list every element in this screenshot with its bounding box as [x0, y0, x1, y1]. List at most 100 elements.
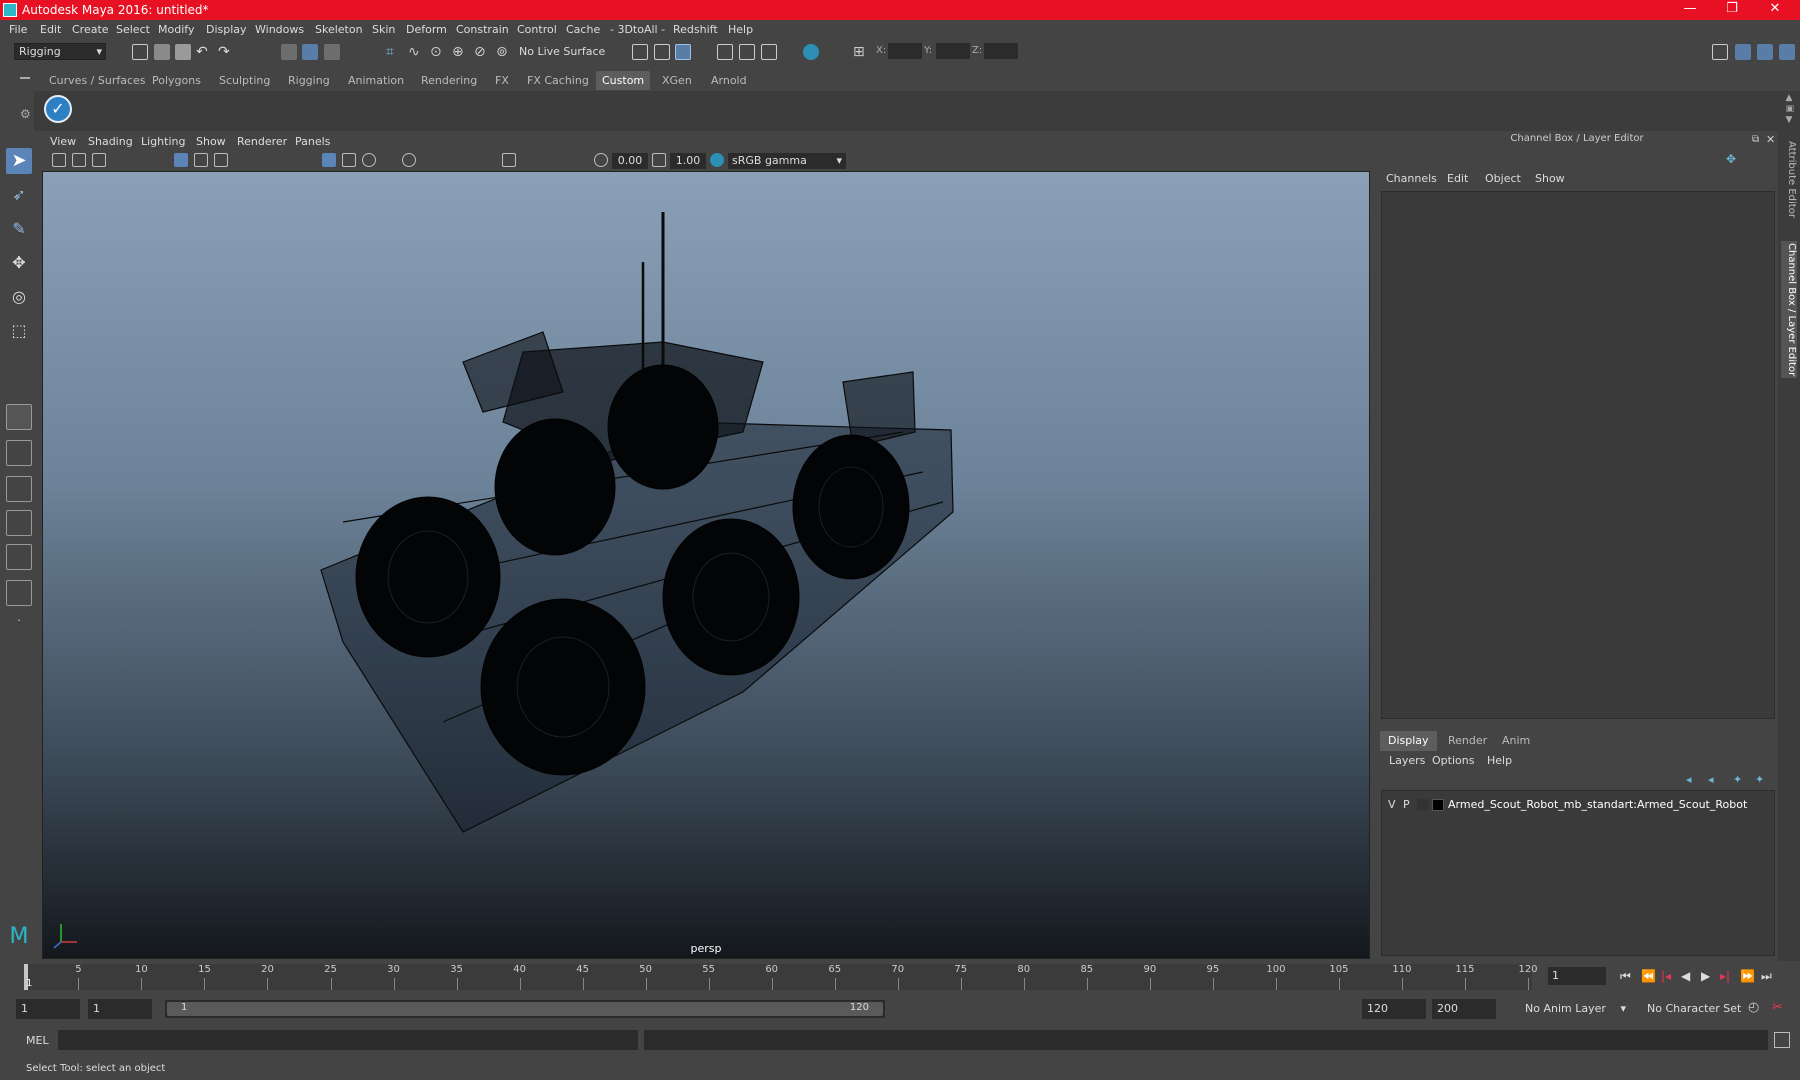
tab-anim[interactable]: Anim [1494, 731, 1538, 751]
hypershade-persp-layout-icon[interactable] [6, 544, 32, 570]
anim-layer-dropdown[interactable]: No Anim Layer ▾ [1520, 999, 1630, 1019]
snap-curve-icon[interactable]: ∿ [408, 44, 424, 60]
menu-constrain[interactable]: Constrain [456, 23, 509, 36]
current-frame-field[interactable]: 1 [1548, 967, 1606, 985]
select-tool-icon[interactable]: ➤ [6, 148, 32, 174]
tab-arnold[interactable]: Arnold [705, 71, 753, 90]
go-to-end-icon[interactable]: ⏭ [1761, 969, 1772, 984]
color-space-dropdown[interactable]: sRGB gamma ▾ [728, 153, 846, 169]
new-layer-from-selection-icon[interactable]: ✦ [1755, 773, 1764, 786]
vp-menu-renderer[interactable]: Renderer [237, 135, 287, 148]
new-scene-icon[interactable] [132, 44, 148, 60]
vp-menu-panels[interactable]: Panels [295, 135, 330, 148]
menu-skin[interactable]: Skin [372, 23, 395, 36]
live-surface-label[interactable]: No Live Surface [519, 45, 605, 58]
select-object-icon[interactable] [302, 44, 318, 60]
channel-box-toggle-icon[interactable]: ✥ [1726, 152, 1736, 166]
step-forward-frame-icon[interactable]: ▸| [1720, 969, 1730, 983]
new-empty-layer-icon[interactable]: ✦ [1733, 773, 1742, 786]
hypershade-icon[interactable] [761, 44, 777, 60]
tab-polygons[interactable]: Polygons [146, 71, 207, 90]
script-persp-layout-icon[interactable] [6, 580, 32, 606]
undo-icon[interactable]: ↶ [196, 44, 212, 60]
range-thumb[interactable]: 1 120 [167, 1002, 883, 1016]
menuset-dropdown[interactable]: Rigging ▾ [14, 43, 106, 60]
auto-key-icon[interactable]: ◴ [1748, 1000, 1759, 1015]
exposure-icon[interactable] [594, 153, 608, 167]
layer-name[interactable]: Armed_Scout_Robot_mb_standart:Armed_Scou… [1448, 798, 1747, 811]
four-view-layout-icon[interactable] [6, 440, 32, 466]
attribute-editor-toggle-icon[interactable] [1735, 44, 1751, 60]
cb-menu-show[interactable]: Show [1535, 172, 1565, 185]
tool-settings-toggle-icon[interactable] [1757, 44, 1773, 60]
x-field[interactable] [888, 43, 922, 59]
tab-attribute-editor[interactable]: Attribute Editor [1781, 141, 1797, 218]
menu-file[interactable]: File [9, 23, 27, 36]
tab-channel-box-layer-editor[interactable]: Channel Box / Layer Editor [1781, 241, 1797, 379]
layer-color-swatch[interactable] [1432, 799, 1444, 811]
vp-menu-shading[interactable]: Shading [88, 135, 133, 148]
go-to-start-icon[interactable]: ⏮ [1620, 969, 1631, 984]
transform-input-icon[interactable]: ⊞ [853, 44, 869, 60]
snap-point-icon[interactable]: ⊙ [430, 44, 446, 60]
tab-fx-caching[interactable]: FX Caching [521, 71, 595, 90]
le-menu-options[interactable]: Options [1432, 754, 1474, 767]
rotate-tool-icon[interactable]: ◎ [6, 284, 32, 310]
select-hierarchy-icon[interactable] [281, 44, 297, 60]
menu-redshift[interactable]: Redshift [673, 23, 718, 36]
shelf-menu-icon[interactable] [20, 77, 30, 79]
color-management-icon[interactable] [710, 153, 724, 167]
lasso-tool-icon[interactable]: ➶ [6, 182, 32, 208]
render-view-icon[interactable] [717, 44, 733, 60]
paint-select-tool-icon[interactable]: ✎ [6, 216, 32, 242]
smooth-shading-icon[interactable] [342, 153, 356, 167]
script-language-label[interactable]: MEL [26, 1034, 49, 1047]
layer-playback-toggle[interactable]: P [1403, 798, 1410, 811]
menu-windows[interactable]: Windows [255, 23, 304, 36]
construction-history-icon[interactable] [632, 44, 648, 60]
perspective-viewport[interactable]: persp [42, 171, 1370, 959]
tab-animation[interactable]: Animation [342, 71, 410, 90]
menu-edit[interactable]: Edit [40, 23, 61, 36]
step-back-frame-icon[interactable]: |◂ [1661, 969, 1671, 983]
select-component-icon[interactable] [324, 44, 340, 60]
z-field[interactable] [984, 43, 1018, 59]
tab-curves-surfaces[interactable]: Curves / Surfaces [43, 71, 152, 90]
layer-visibility-toggle[interactable]: V [1388, 798, 1396, 811]
redshift-icon[interactable] [803, 44, 819, 60]
gamma-field[interactable]: 1.00 [670, 153, 706, 169]
grid-toggle-icon[interactable] [174, 153, 188, 167]
shelf-scroll-icon[interactable]: ▲ ▣ ▼ [1785, 93, 1794, 126]
tab-fx[interactable]: FX [489, 71, 515, 90]
menu-3dtoall[interactable]: - 3DtoAll - [610, 23, 665, 36]
vp-menu-lighting[interactable]: Lighting [141, 135, 185, 148]
range-bar[interactable]: 1 120 [165, 1000, 885, 1018]
tab-rigging[interactable]: Rigging [282, 71, 336, 90]
render-settings-icon[interactable] [739, 44, 755, 60]
snap-view-plane-icon[interactable]: ⊘ [474, 44, 490, 60]
y-field[interactable] [936, 43, 970, 59]
vp-menu-view[interactable]: View [50, 135, 76, 148]
animation-end-field[interactable]: 200 [1432, 999, 1496, 1019]
tab-xgen[interactable]: XGen [656, 71, 698, 90]
redo-icon[interactable]: ↷ [218, 44, 234, 60]
shelf-settings-gear-icon[interactable]: ⚙ [20, 107, 31, 121]
layer-display-type-toggle[interactable] [1417, 799, 1429, 811]
render-current-icon[interactable] [654, 44, 670, 60]
vp-menu-show[interactable]: Show [196, 135, 226, 148]
more-layouts-icon[interactable]: · [6, 614, 32, 640]
menu-help[interactable]: Help [728, 23, 753, 36]
menu-cache[interactable]: Cache [566, 23, 600, 36]
float-panel-icon[interactable]: ⧉ [1752, 134, 1759, 145]
time-slider[interactable]: 1 5 10 15 20 25 30 35 40 45 50 55 60 65 70 75 80 85 90 95 1… [24, 964, 1538, 990]
open-scene-icon[interactable] [154, 44, 170, 60]
tab-render[interactable]: Render [1440, 731, 1495, 751]
film-gate-icon[interactable] [194, 153, 208, 167]
menu-create[interactable]: Create [72, 23, 109, 36]
camera-icon[interactable] [52, 153, 66, 167]
move-layer-up-icon[interactable]: ◂ [1686, 773, 1692, 786]
animation-preferences-icon[interactable]: ✂ [1772, 1000, 1783, 1015]
checkmark-icon[interactable]: ✓ [44, 95, 72, 123]
move-layer-down-icon[interactable]: ◂ [1708, 773, 1714, 786]
cb-menu-object[interactable]: Object [1485, 172, 1521, 185]
